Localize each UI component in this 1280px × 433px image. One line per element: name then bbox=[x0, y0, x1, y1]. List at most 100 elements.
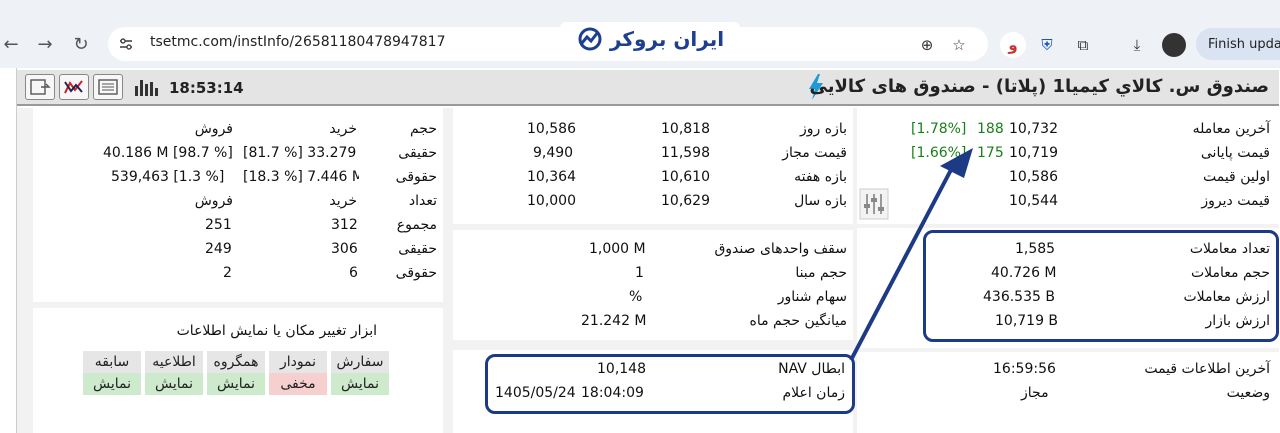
divider bbox=[453, 340, 853, 350]
count-label: مجموع bbox=[396, 217, 437, 233]
count-sell: 251 bbox=[205, 217, 232, 233]
back-icon[interactable]: ← bbox=[0, 33, 22, 55]
stat-value: 1,585 bbox=[1015, 241, 1056, 257]
client-sell: 40.186 M [98.7 %] bbox=[103, 145, 233, 161]
site-settings-icon[interactable] bbox=[118, 36, 134, 52]
status-label: آخرین اطلاعات قیمت bbox=[1144, 361, 1270, 377]
extension-red-icon[interactable]: و bbox=[1000, 32, 1026, 58]
zoom-icon[interactable]: ⊕ bbox=[916, 34, 938, 56]
compare-chart-icon[interactable] bbox=[59, 74, 89, 100]
price-value: 10,719 bbox=[1009, 145, 1058, 161]
client-head: حجم bbox=[409, 121, 437, 137]
profile-avatar[interactable] bbox=[1162, 33, 1186, 57]
nav-time: 18:04:09 bbox=[581, 385, 644, 401]
extensions-puzzle-icon[interactable]: ⧉ bbox=[1072, 34, 1094, 56]
irbroker-logo: ایران بروکر bbox=[560, 22, 740, 56]
bar-chart-icon[interactable] bbox=[131, 74, 161, 100]
divider bbox=[453, 224, 853, 230]
client-head: فروش bbox=[194, 121, 233, 137]
finish-update-button[interactable]: Finish update bbox=[1196, 28, 1280, 60]
price-label: قیمت دیروز bbox=[1201, 193, 1270, 209]
client-label: حقیقی bbox=[398, 145, 437, 161]
url-text[interactable]: tsetmc.com/instInfo/26581180478947817 bbox=[150, 34, 445, 50]
fund-value: 21.242 M bbox=[581, 313, 647, 329]
download-icon[interactable]: ⤓ bbox=[1126, 34, 1148, 56]
range-low: 10,000 bbox=[527, 193, 576, 209]
shield-icon[interactable]: ⛨ bbox=[1036, 34, 1058, 56]
fund-label: سهام شناور bbox=[777, 289, 847, 305]
bookmark-star-icon[interactable]: ☆ bbox=[948, 34, 970, 56]
count-head: خرید bbox=[329, 193, 357, 209]
price-value: 10,544 bbox=[1009, 193, 1058, 209]
count-buy: 312 bbox=[331, 217, 358, 233]
logo-chart-icon bbox=[578, 27, 602, 51]
stat-label: تعداد معاملات bbox=[1189, 241, 1270, 257]
count-head: فروش bbox=[194, 193, 233, 209]
fund-label: میانگین حجم ماه bbox=[749, 313, 847, 329]
instrument-header: 18:53:14 صندوق س. کالاي کيميا1 (پلاتا) -… bbox=[17, 70, 1279, 106]
page-content: 18:53:14 صندوق س. کالاي کيميا1 (پلاتا) -… bbox=[16, 68, 1279, 433]
annotation-arrow bbox=[849, 148, 973, 361]
reload-icon[interactable]: ↻ bbox=[70, 33, 92, 55]
fund-value: 1 bbox=[635, 265, 644, 281]
range-low: 10,364 bbox=[527, 169, 576, 185]
logo-text: ایران بروکر bbox=[609, 27, 725, 51]
stat-value: 40.726 M bbox=[991, 265, 1057, 281]
range-high: 11,598 bbox=[661, 145, 710, 161]
range-high: 10,629 bbox=[661, 193, 710, 209]
client-label: حقوقی bbox=[395, 169, 437, 185]
range-low: 9,490 bbox=[533, 145, 574, 161]
client-sell: 539,463 [1.3 %] bbox=[111, 169, 225, 185]
stat-value: 436.535 B bbox=[983, 289, 1055, 305]
toggle-history-button[interactable]: سابقه نمایش bbox=[83, 351, 141, 397]
price-label: اولین قیمت bbox=[1202, 169, 1270, 185]
toggle-notices-button[interactable]: اطلاعیه نمایش bbox=[145, 351, 203, 397]
price-change: 188 bbox=[977, 121, 1004, 137]
forward-icon[interactable]: → bbox=[34, 33, 56, 55]
range-high: 10,818 bbox=[661, 121, 710, 137]
range-label: بازه سال bbox=[794, 193, 847, 209]
list-icon[interactable] bbox=[93, 74, 123, 100]
nav-label: ابطال NAV bbox=[778, 361, 845, 377]
toggle-chart-button[interactable]: نمودار مخفی bbox=[269, 351, 327, 397]
export-icon[interactable] bbox=[25, 74, 55, 100]
stat-label: ارزش معاملات bbox=[1183, 289, 1270, 305]
page-title: صندوق س. کالاي کيميا1 (پلاتا) - صندوق ها… bbox=[809, 76, 1269, 97]
range-high: 10,610 bbox=[661, 169, 710, 185]
status-value: 16:59:56 bbox=[993, 361, 1056, 377]
range-label: قیمت مجاز bbox=[782, 145, 847, 161]
toggle-orders-button[interactable]: سفارش نمایش bbox=[331, 351, 389, 397]
fund-value: % bbox=[629, 289, 643, 305]
toggle-peers-button[interactable]: همگروه نمایش bbox=[207, 351, 265, 397]
status-value: مجاز bbox=[1021, 385, 1049, 401]
stat-label: ارزش بازار bbox=[1205, 313, 1270, 329]
count-sell: 2 bbox=[223, 265, 232, 281]
client-buy: [81.7 %] 33.279 M bbox=[243, 145, 359, 161]
client-buy: [18.3 %] 7.446 M bbox=[243, 169, 359, 185]
count-sell: 249 bbox=[205, 241, 232, 257]
range-label: بازه هفته bbox=[794, 169, 847, 185]
price-value: 10,732 bbox=[1009, 121, 1058, 137]
count-head: تعداد bbox=[408, 193, 437, 209]
tools-title: ابزار تغییر مکان یا نمایش اطلاعات bbox=[176, 323, 377, 339]
divider bbox=[33, 302, 443, 308]
fund-value: 1,000 M bbox=[589, 241, 646, 257]
column-gap bbox=[443, 108, 453, 433]
stat-label: حجم معاملات bbox=[1190, 265, 1270, 281]
range-low: 10,586 bbox=[527, 121, 576, 137]
clock: 18:53:14 bbox=[169, 79, 244, 97]
nav-date: 1405/05/24 bbox=[495, 385, 576, 401]
fund-label: حجم مبنا bbox=[795, 265, 847, 281]
count-buy: 306 bbox=[331, 241, 358, 257]
count-buy: 6 bbox=[349, 265, 358, 281]
status-label: وضعیت bbox=[1226, 385, 1270, 401]
price-value: 10,586 bbox=[1009, 169, 1058, 185]
price-label: قیمت پایانی bbox=[1200, 145, 1270, 161]
nav-label: زمان اعلام bbox=[782, 385, 845, 401]
price-pct: [1.78%] bbox=[911, 121, 967, 137]
count-label: حقیقی bbox=[398, 241, 437, 257]
range-label: بازه روز bbox=[800, 121, 847, 137]
left-gutter bbox=[17, 108, 33, 433]
stat-value: 10,719 B bbox=[995, 313, 1059, 329]
count-label: حقوقی bbox=[395, 265, 437, 281]
